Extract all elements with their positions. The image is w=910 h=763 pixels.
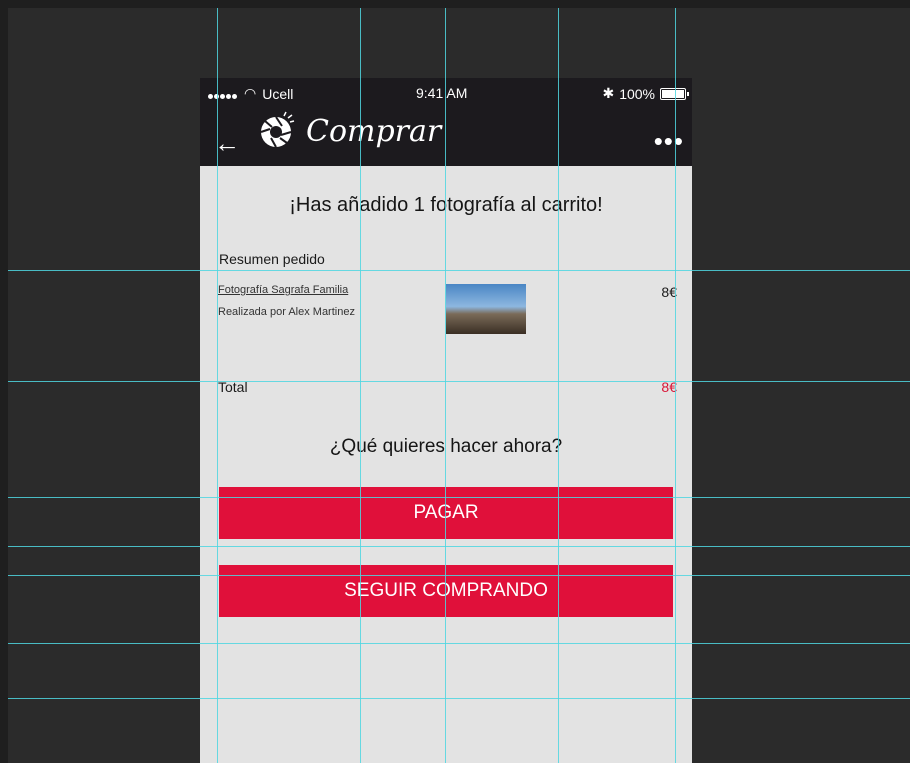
wifi-icon: ◠ [244, 85, 257, 101]
guide-line-horizontal [8, 698, 910, 699]
photo-thumbnail [446, 284, 526, 334]
cart-added-message: ¡Has añadido 1 fotografía al carrito! [289, 194, 603, 216]
guide-line-vertical [675, 8, 676, 763]
guide-line-horizontal [8, 575, 910, 576]
app-bar: ◠ Ucell 9:41 AM ✱ 100% ← Comprar ••• [200, 78, 692, 166]
canvas-left-band [0, 0, 8, 763]
guide-line-horizontal [8, 497, 910, 498]
item-name-link[interactable]: Fotografía Sagrafa Familia [218, 284, 348, 296]
guide-line-vertical [360, 8, 361, 763]
more-dots-icon[interactable]: ••• [654, 126, 684, 157]
order-summary-title: Resumen pedido [219, 251, 325, 267]
pay-button[interactable]: PAGAR [219, 487, 673, 539]
guide-line-horizontal [8, 381, 910, 382]
status-time: 9:41 AM [416, 85, 468, 101]
guide-line-vertical [217, 8, 218, 763]
guide-line-horizontal [8, 546, 910, 547]
next-step-question: ¿Qué quieres hacer ahora? [329, 436, 563, 457]
carrier-name: Ucell [262, 85, 294, 102]
battery-percent: 100% [619, 85, 655, 102]
status-left: ◠ Ucell [208, 85, 293, 102]
guide-line-horizontal [8, 270, 910, 271]
status-right: ✱ 100% [602, 85, 689, 102]
signal-dots-icon [208, 86, 238, 102]
item-author: Realizada por Alex Martinez [218, 306, 355, 318]
canvas-top-band [0, 0, 910, 8]
bluetooth-icon: ✱ [602, 85, 615, 101]
status-bar: ◠ Ucell 9:41 AM ✱ 100% [200, 78, 692, 108]
phone-screen: ◠ Ucell 9:41 AM ✱ 100% ← Comprar ••• ¡Ha… [200, 78, 692, 763]
guide-line-vertical [445, 8, 446, 763]
battery-icon [660, 87, 689, 100]
page-title: Comprar [306, 114, 442, 149]
continue-shopping-button[interactable]: SEGUIR COMPRANDO [219, 565, 673, 617]
camera-shutter-logo-icon [260, 111, 295, 148]
guide-line-horizontal [8, 643, 910, 644]
guide-line-vertical [558, 8, 559, 763]
